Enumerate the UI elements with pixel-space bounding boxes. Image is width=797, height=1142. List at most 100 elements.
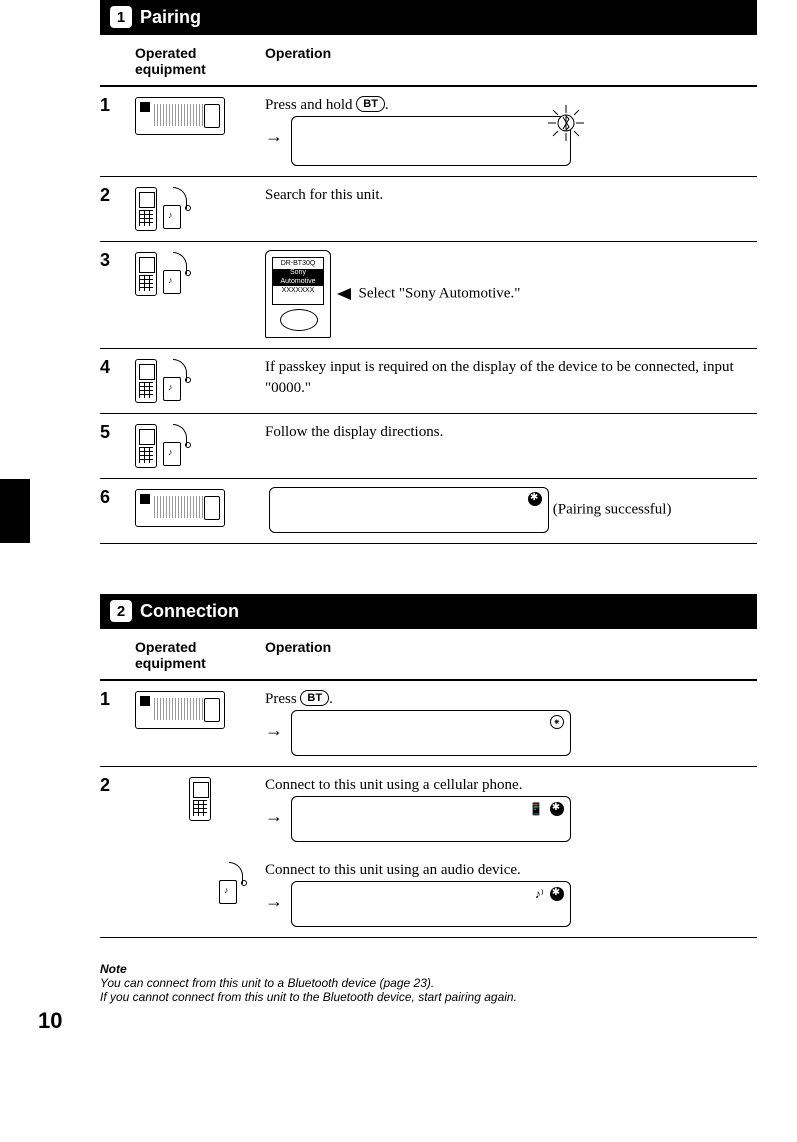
phone-signal-icon: 📱 bbox=[529, 801, 544, 818]
step-number: 1 bbox=[100, 689, 135, 710]
bluetooth-icon bbox=[550, 887, 564, 901]
section-connection: 2 Connection Operated equipment Operatio… bbox=[0, 594, 757, 938]
op-text: Press and hold bbox=[265, 97, 356, 113]
pairing-step-3: 3 DR-BT30Q Sony Automotive XXXXXXX Selec… bbox=[100, 242, 757, 349]
operation-cell: Search for this unit. bbox=[265, 185, 757, 206]
op-text-b: . bbox=[385, 97, 389, 113]
equipment-icons bbox=[135, 422, 265, 468]
op-text-b: . bbox=[329, 691, 333, 707]
phone-icon bbox=[135, 424, 157, 468]
equipment-icons bbox=[135, 860, 265, 927]
section-connection-title: Connection bbox=[140, 601, 239, 622]
phone-icon bbox=[135, 252, 157, 296]
display-box: ⁕ bbox=[291, 710, 571, 756]
device-line-highlight: Sony Automotive bbox=[273, 269, 323, 286]
connection-step-2-phone: 2 Connect to this unit using a cellular … bbox=[100, 767, 757, 852]
pairing-step-5: 5 Follow the display directions. bbox=[100, 414, 757, 479]
operation-cell: Press and hold BT. → bbox=[265, 95, 757, 166]
col-operation-label: Operation bbox=[265, 45, 757, 77]
equipment-icons bbox=[135, 95, 265, 135]
display-box bbox=[269, 487, 549, 533]
col-equipment-label: Operated equipment bbox=[135, 45, 265, 77]
audio-device-icon bbox=[219, 862, 245, 904]
audio-device-icon bbox=[163, 187, 189, 229]
section-pairing: 1 Pairing Operated equipment Operation 1… bbox=[0, 0, 757, 544]
operation-cell: Press BT. → ⁕ bbox=[265, 689, 757, 756]
note-line-2: If you cannot connect from this unit to … bbox=[100, 990, 757, 1004]
bluetooth-icon bbox=[528, 492, 542, 506]
phone-icon bbox=[135, 359, 157, 403]
step-number: 2 bbox=[100, 185, 135, 206]
section-pairing-header: 1 Pairing bbox=[100, 0, 757, 34]
arrow-icon: → bbox=[265, 804, 283, 829]
pairing-step-4: 4 If passkey input is required on the di… bbox=[100, 349, 757, 414]
bt-button-pill: BT bbox=[356, 96, 385, 112]
equipment-icons bbox=[135, 250, 265, 296]
audio-wave-icon: ♪⁾ bbox=[535, 886, 544, 903]
arrow-icon: → bbox=[265, 889, 283, 914]
op-text: Select "Sony Automotive." bbox=[359, 285, 521, 301]
device-line3: XXXXXXX bbox=[282, 287, 315, 294]
device-line1: DR-BT30Q bbox=[281, 260, 316, 267]
op-text: Connect to this unit using a cellular ph… bbox=[265, 777, 522, 793]
note-line-1: You can connect from this unit to a Blue… bbox=[100, 976, 757, 990]
section-connection-header: 2 Connection bbox=[100, 594, 757, 628]
step-number: 1 bbox=[100, 95, 135, 116]
bluetooth-flash-icon bbox=[548, 105, 584, 141]
section-pairing-title: Pairing bbox=[140, 7, 201, 28]
equipment-icons bbox=[135, 689, 265, 729]
section-connection-badge: 2 bbox=[110, 600, 132, 622]
operation-cell: (Pairing successful) bbox=[265, 487, 757, 533]
operation-cell: Follow the display directions. bbox=[265, 422, 757, 443]
equipment-icons bbox=[135, 775, 265, 821]
col-operation-label: Operation bbox=[265, 639, 757, 671]
pairing-table-header: Operated equipment Operation bbox=[100, 35, 757, 87]
equipment-icons bbox=[135, 487, 265, 527]
arrow-icon: → bbox=[265, 718, 283, 743]
section-pairing-badge: 1 bbox=[110, 6, 132, 28]
op-text: If passkey input is required on the disp… bbox=[265, 359, 734, 396]
col-equipment-label: Operated equipment bbox=[135, 639, 265, 671]
connection-step-2-audio: Connect to this unit using an audio devi… bbox=[100, 852, 757, 938]
page-number: 10 bbox=[38, 1008, 62, 1034]
device-screenshot: DR-BT30Q Sony Automotive XXXXXXX bbox=[265, 250, 331, 338]
car-stereo-icon bbox=[135, 97, 225, 135]
audio-device-icon bbox=[163, 252, 189, 294]
op-text: Press bbox=[265, 691, 300, 707]
operation-cell: If passkey input is required on the disp… bbox=[265, 357, 757, 399]
pairing-step-1: 1 Press and hold BT. → bbox=[100, 87, 757, 177]
op-text: Connect to this unit using an audio devi… bbox=[265, 862, 521, 878]
bluetooth-icon bbox=[550, 802, 564, 816]
car-stereo-icon bbox=[135, 489, 225, 527]
audio-device-icon bbox=[163, 424, 189, 466]
phone-icon bbox=[135, 187, 157, 231]
pairing-step-2: 2 Search for this unit. bbox=[100, 177, 757, 242]
car-stereo-icon bbox=[135, 691, 225, 729]
step-number: 3 bbox=[100, 250, 135, 271]
note-block: Note You can connect from this unit to a… bbox=[100, 962, 757, 1004]
step-number: 4 bbox=[100, 357, 135, 378]
connection-step-1: 1 Press BT. → ⁕ bbox=[100, 681, 757, 767]
pairing-step-6: 6 (Pairing successful) bbox=[100, 479, 757, 544]
connection-table-header: Operated equipment Operation bbox=[100, 629, 757, 681]
op-text: Follow the display directions. bbox=[265, 424, 443, 440]
step-number: 6 bbox=[100, 487, 135, 508]
equipment-icons bbox=[135, 185, 265, 231]
arrow-icon: → bbox=[265, 124, 283, 149]
operation-cell: Connect to this unit using an audio devi… bbox=[265, 860, 757, 927]
equipment-icons bbox=[135, 357, 265, 403]
operation-cell: DR-BT30Q Sony Automotive XXXXXXX Select … bbox=[265, 250, 757, 338]
bt-button-pill: BT bbox=[300, 690, 329, 706]
display-box bbox=[291, 116, 571, 166]
op-text: Search for this unit. bbox=[265, 187, 383, 203]
audio-device-icon bbox=[163, 359, 189, 401]
step-number: 5 bbox=[100, 422, 135, 443]
bluetooth-outline-icon: ⁕ bbox=[550, 715, 564, 729]
operation-cell: Connect to this unit using a cellular ph… bbox=[265, 775, 757, 842]
step-number: 2 bbox=[100, 775, 135, 796]
display-box: ♪⁾ bbox=[291, 881, 571, 927]
phone-icon bbox=[189, 777, 211, 821]
pointer-arrow-icon bbox=[337, 288, 351, 300]
op-text: (Pairing successful) bbox=[553, 501, 672, 517]
note-heading: Note bbox=[100, 962, 757, 976]
